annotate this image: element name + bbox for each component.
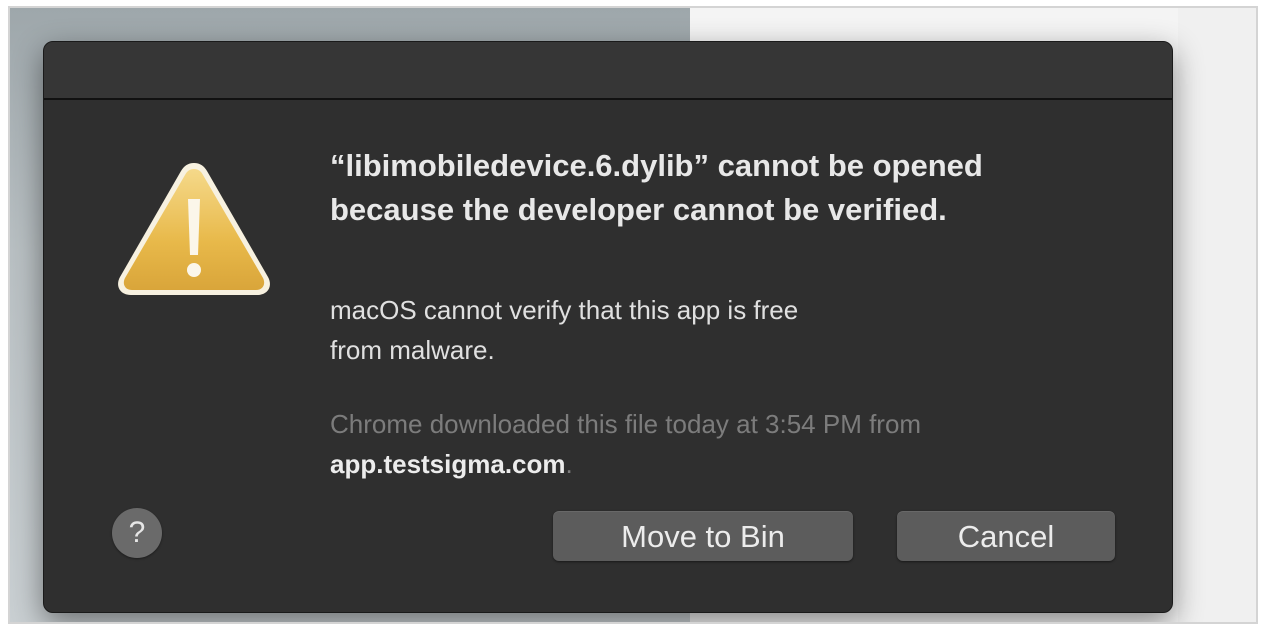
- dialog-title: “libimobiledevice.6.dylib” cannot be ope…: [330, 148, 983, 227]
- help-button[interactable]: ?: [112, 508, 162, 558]
- message-line-2: from malware.: [330, 335, 495, 365]
- background-margin: [1178, 8, 1256, 622]
- dialog-message: macOS cannot verify that this app is fre…: [330, 290, 950, 370]
- warning-triangle-icon: [118, 163, 270, 295]
- source-suffix: .: [565, 449, 573, 479]
- source-prefix: Chrome downloaded this file today at 3:5…: [330, 409, 922, 439]
- message-line-1: macOS cannot verify that this app is fre…: [330, 295, 799, 325]
- screenshot-frame: “libimobiledevice.6.dylib” cannot be ope…: [8, 6, 1258, 624]
- source-domain: app.testsigma.com: [330, 449, 566, 479]
- download-source-info: Chrome downloaded this file today at 3:5…: [330, 404, 1130, 484]
- move-to-bin-button[interactable]: Move to Bin: [553, 511, 853, 561]
- security-alert-dialog: “libimobiledevice.6.dylib” cannot be ope…: [43, 41, 1173, 613]
- cancel-button[interactable]: Cancel: [897, 511, 1115, 561]
- dialog-titlebar: [44, 42, 1172, 100]
